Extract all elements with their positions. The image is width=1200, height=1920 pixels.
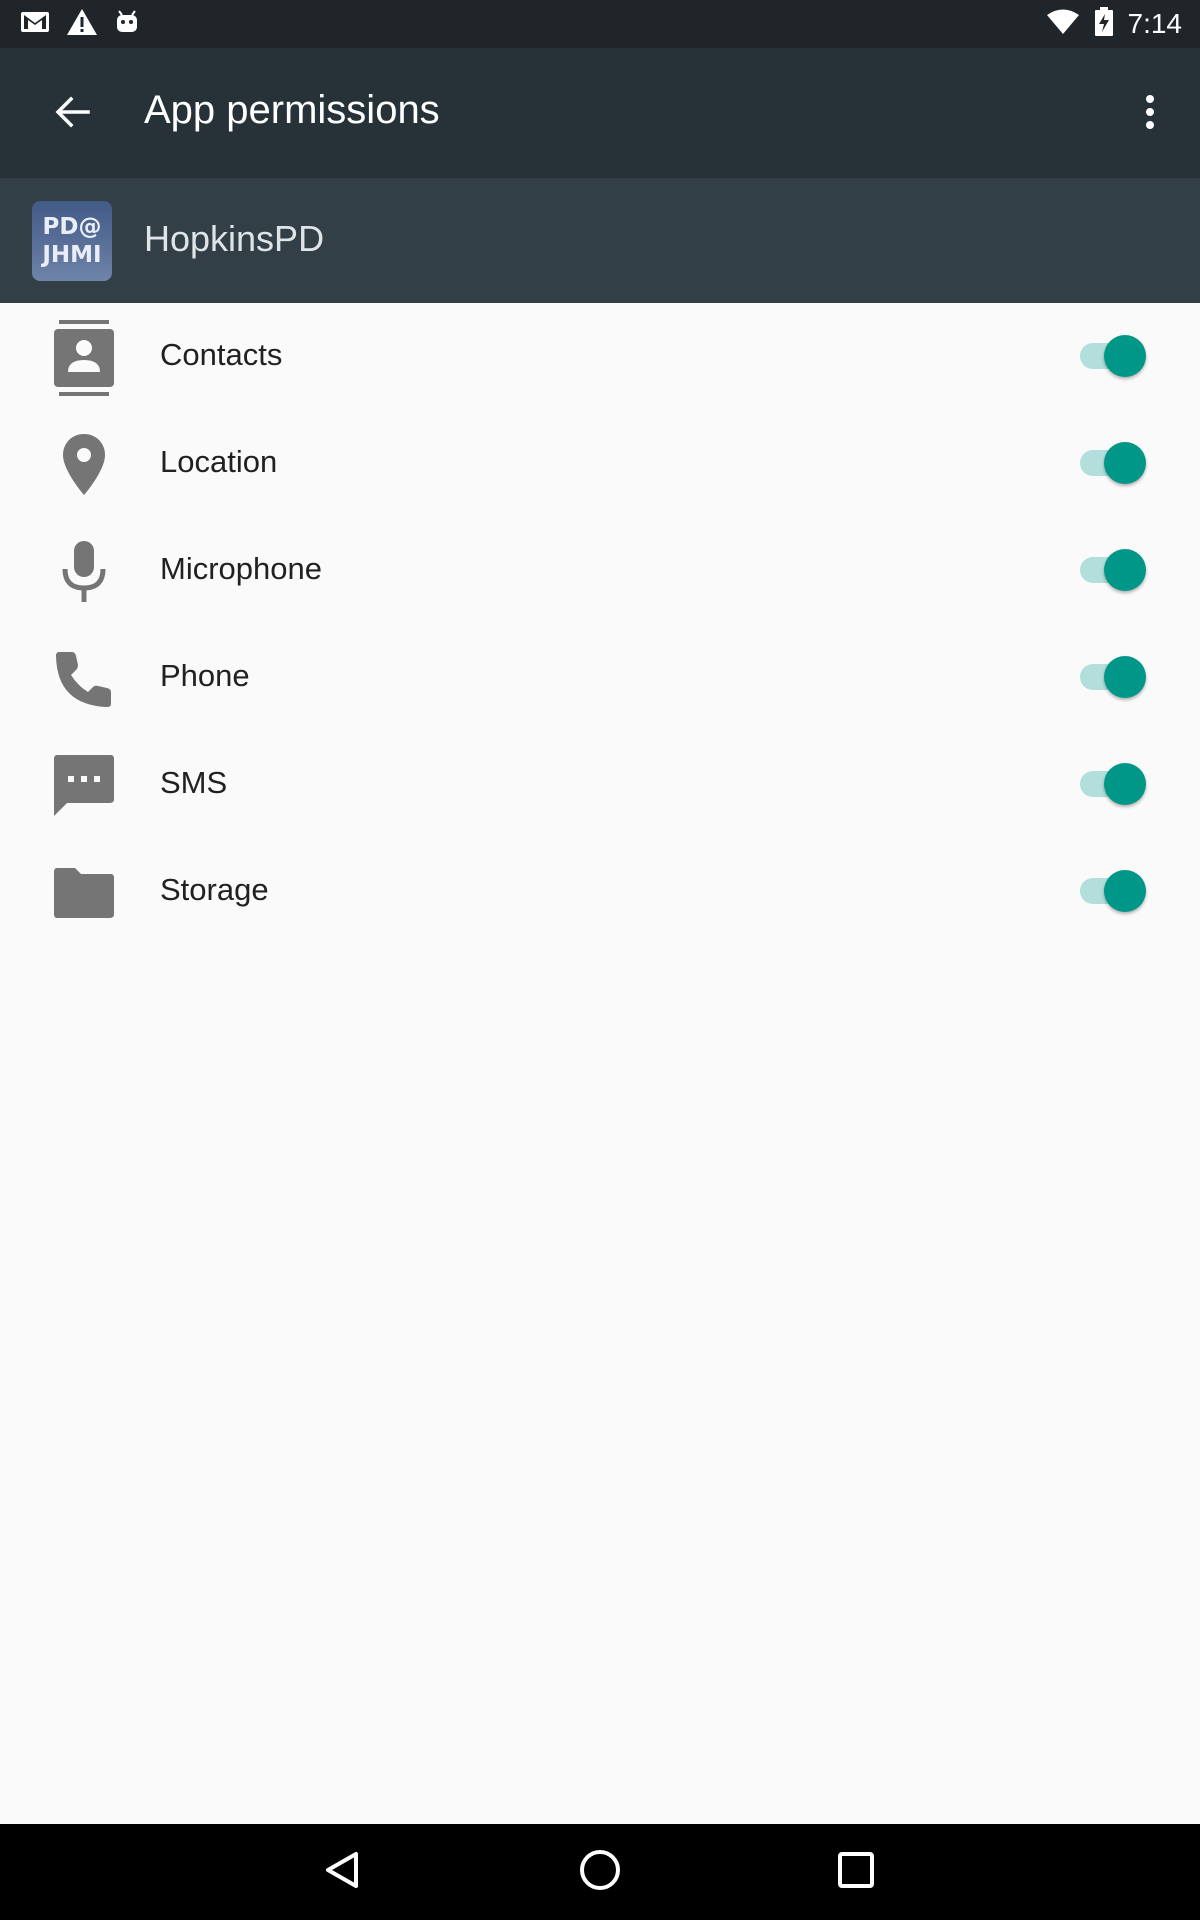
permission-row-sms[interactable]: SMS [0, 731, 1200, 838]
sms-toggle[interactable] [1076, 761, 1148, 809]
nav-home-button[interactable] [570, 1842, 630, 1902]
navigation-bar [0, 1824, 1200, 1920]
android-icon [114, 9, 140, 40]
microphone-toggle[interactable] [1076, 547, 1148, 595]
phone-icon [52, 647, 116, 711]
permission-row-location[interactable]: Location [0, 410, 1200, 517]
permission-row-contacts[interactable]: Contacts [0, 303, 1200, 410]
permission-label: Location [160, 444, 278, 479]
nav-recents-button[interactable] [826, 1842, 886, 1902]
folder-icon [52, 861, 116, 925]
app-icon-line2: JHMI [42, 242, 102, 268]
permission-label: Storage [160, 872, 269, 907]
permission-label: Contacts [160, 337, 283, 372]
system-icons: 7:14 [1046, 6, 1183, 42]
permission-label: Phone [160, 658, 250, 693]
app-name: HopkinsPD [144, 218, 325, 259]
page-title: App permissions [144, 88, 440, 132]
permission-row-phone[interactable]: Phone [0, 624, 1200, 731]
battery-charging-icon [1094, 6, 1114, 42]
clock: 7:14 [1127, 8, 1183, 39]
nav-back-button[interactable] [313, 1842, 373, 1902]
notification-icons [20, 8, 140, 40]
sms-icon [52, 754, 116, 818]
wifi-icon [1046, 9, 1080, 40]
phone-toggle[interactable] [1076, 654, 1148, 702]
app-icon-line1: PD@ [42, 214, 102, 240]
home-circle-icon [578, 1848, 622, 1897]
contacts-icon [52, 320, 116, 396]
app-bar: App permissions [0, 48, 1200, 178]
more-options-button[interactable] [1130, 88, 1170, 140]
arrow-back-icon [54, 96, 90, 133]
microphone-icon [52, 540, 116, 604]
back-triangle-icon [323, 1850, 363, 1895]
location-pin-icon [52, 433, 116, 497]
more-vert-icon [1145, 94, 1155, 134]
warning-icon [66, 8, 98, 41]
recents-square-icon [836, 1850, 876, 1895]
permission-label: SMS [160, 765, 228, 800]
contacts-toggle[interactable] [1076, 333, 1148, 381]
app-header: PD@ JHMI HopkinsPD [0, 178, 1200, 303]
back-button[interactable] [44, 90, 100, 138]
permission-label: Microphone [160, 551, 322, 586]
location-toggle[interactable] [1076, 440, 1148, 488]
status-bar: 7:14 [0, 0, 1200, 48]
permission-row-microphone[interactable]: Microphone [0, 517, 1200, 624]
gmail-icon [20, 10, 50, 39]
app-icon: PD@ JHMI [32, 201, 112, 281]
permission-row-storage[interactable]: Storage [0, 838, 1200, 945]
storage-toggle[interactable] [1076, 868, 1148, 916]
